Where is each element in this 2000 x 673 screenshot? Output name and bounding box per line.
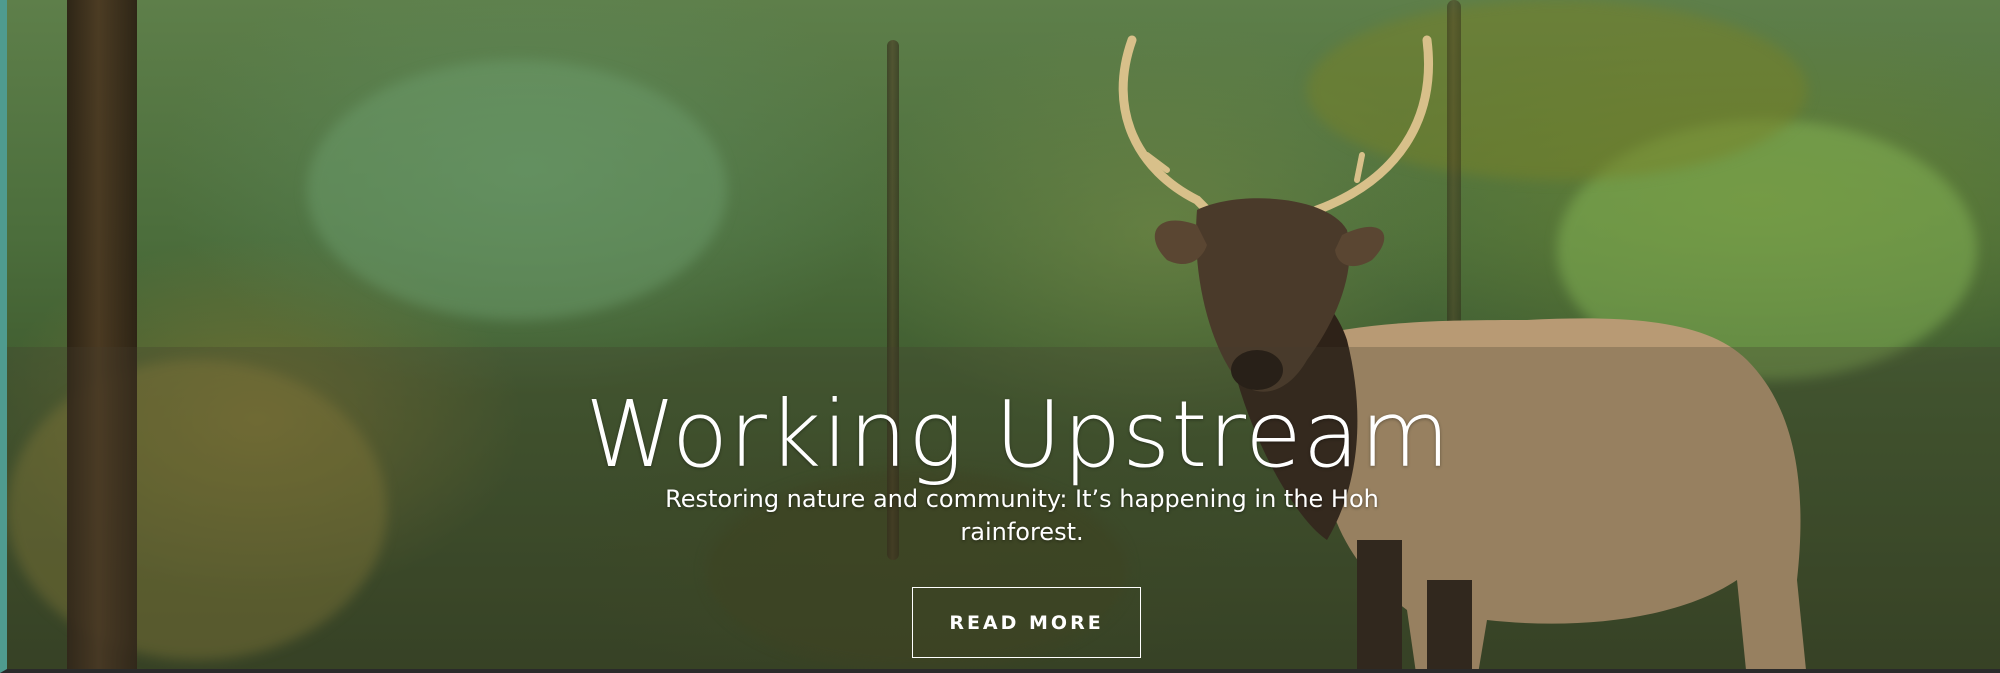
hero-banner: Working Upstream Restoring nature and co… <box>0 0 2000 673</box>
read-more-button[interactable]: READ MORE <box>912 587 1141 658</box>
hero-title: Working Upstream <box>585 381 1451 488</box>
foliage-shape <box>307 60 727 320</box>
hero-subtitle: Restoring nature and community: It’s hap… <box>665 485 1379 546</box>
